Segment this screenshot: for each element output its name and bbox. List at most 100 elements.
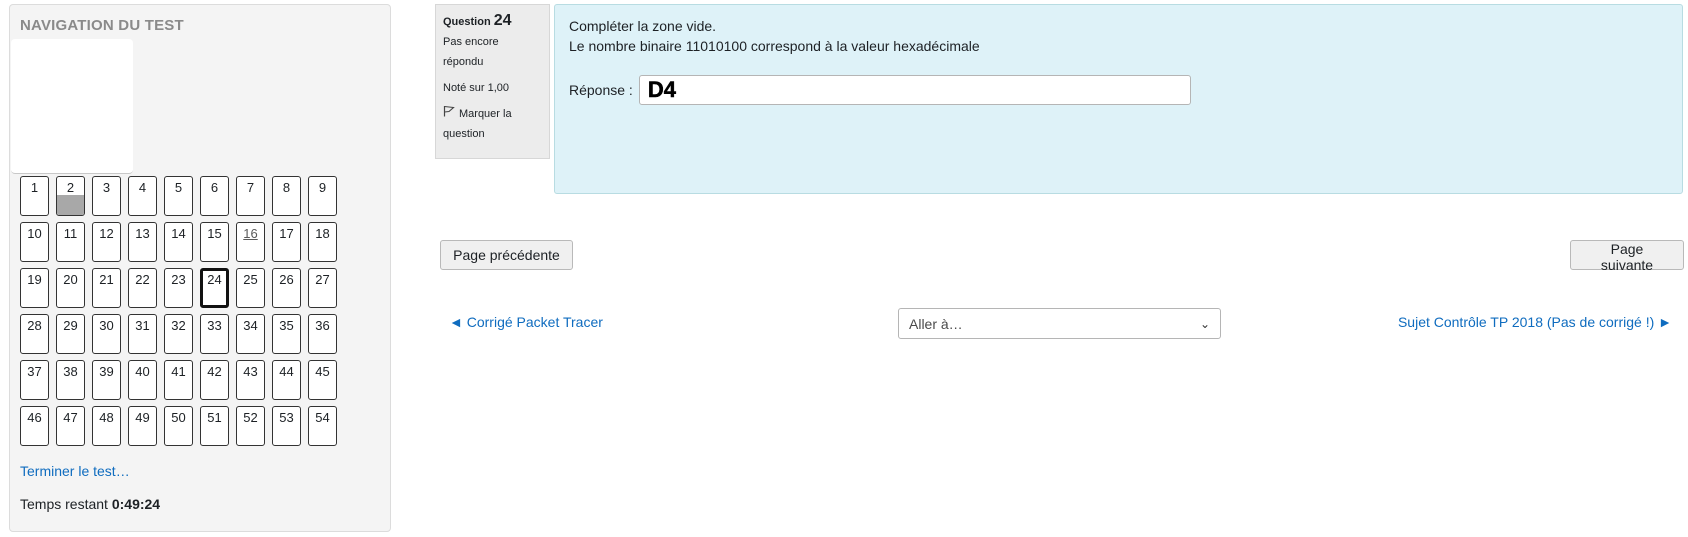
question-nav-number: 23	[171, 272, 186, 287]
question-nav-button[interactable]: 37	[20, 360, 49, 400]
question-nav-button[interactable]: 40	[128, 360, 157, 400]
question-nav-button[interactable]: 26	[272, 268, 301, 308]
question-nav-number: 9	[318, 180, 327, 195]
question-nav-button[interactable]: 14	[164, 222, 193, 262]
question-nav-button[interactable]: 43	[236, 360, 265, 400]
question-nav-number: 19	[27, 272, 42, 287]
question-nav-button[interactable]: 25	[236, 268, 265, 308]
question-nav-number: 29	[63, 318, 78, 333]
question-nav-button[interactable]: 49	[128, 406, 157, 446]
question-nav-button[interactable]: 24	[200, 268, 229, 308]
question-content: Compléter la zone vide. Le nombre binair…	[554, 4, 1683, 194]
question-nav-button[interactable]: 36	[308, 314, 337, 354]
question-label: Question	[443, 16, 491, 28]
question-nav-number: 8	[282, 180, 291, 195]
answer-row: Réponse :	[569, 75, 1191, 105]
question-info: Question 24 Pas encore répondu Noté sur …	[435, 4, 550, 159]
question-nav-number: 1	[30, 180, 39, 195]
question-nav-button[interactable]: 35	[272, 314, 301, 354]
question-nav-button[interactable]: 3	[92, 176, 121, 216]
question-nav-number: 12	[99, 226, 114, 241]
question-nav-number: 6	[210, 180, 219, 195]
question-number: 24	[493, 12, 512, 29]
question-nav-button[interactable]: 2	[56, 176, 85, 216]
answer-input[interactable]	[638, 75, 1191, 105]
question-nav-number: 52	[243, 410, 258, 425]
question-nav-button[interactable]: 52	[236, 406, 265, 446]
question-nav-button[interactable]: 4	[128, 176, 157, 216]
question-nav-button[interactable]: 28	[20, 314, 49, 354]
question-nav-number: 10	[27, 226, 42, 241]
question-nav-button[interactable]: 39	[92, 360, 121, 400]
question-nav-button[interactable]: 8	[272, 176, 301, 216]
question-nav-button[interactable]: 13	[128, 222, 157, 262]
question-nav-button[interactable]: 7	[236, 176, 265, 216]
question-nav-button[interactable]: 1	[20, 176, 49, 216]
question-nav-number: 30	[99, 318, 114, 333]
question-nav-number: 4	[138, 180, 147, 195]
question-nav-button[interactable]: 17	[272, 222, 301, 262]
question-nav-button[interactable]: 30	[92, 314, 121, 354]
question-nav-button[interactable]: 47	[56, 406, 85, 446]
question-nav-button[interactable]: 15	[200, 222, 229, 262]
question-nav-button[interactable]: 32	[164, 314, 193, 354]
question-nav-button[interactable]: 23	[164, 268, 193, 308]
question-nav-button[interactable]: 5	[164, 176, 193, 216]
question-nav-button[interactable]: 53	[272, 406, 301, 446]
question-nav-number: 51	[207, 410, 222, 425]
question-nav-number: 17	[279, 226, 294, 241]
question-nav-number: 11	[63, 226, 78, 241]
question-nav-number: 39	[99, 364, 114, 379]
timer-label: Temps restant	[20, 496, 108, 512]
question-nav-number: 18	[315, 226, 330, 241]
question-nav-button[interactable]: 22	[128, 268, 157, 308]
question-nav-button[interactable]: 20	[56, 268, 85, 308]
question-nav-button[interactable]: 19	[20, 268, 49, 308]
question-nav-button[interactable]: 18	[308, 222, 337, 262]
question-nav-number: 45	[315, 364, 330, 379]
question-text: Le nombre binaire 11010100 correspond à …	[569, 38, 980, 54]
question-nav-button[interactable]: 42	[200, 360, 229, 400]
question-nav-button[interactable]: 51	[200, 406, 229, 446]
question-nav-button[interactable]: 48	[92, 406, 121, 446]
question-nav-button[interactable]: 33	[200, 314, 229, 354]
quiz-navigation-block: NAVIGATION DU TEST 1 2 3 4 5 6 7 8 9 10 11 12 13 14 15…	[9, 4, 391, 532]
question-nav-number: 50	[171, 410, 186, 425]
question-grade: Noté sur 1,00	[443, 82, 510, 94]
question-nav-button[interactable]: 46	[20, 406, 49, 446]
question-nav-button[interactable]: 50	[164, 406, 193, 446]
previous-page-button[interactable]: Page précédente	[440, 240, 573, 270]
question-nav-button[interactable]: 38	[56, 360, 85, 400]
finish-attempt-link[interactable]: Terminer le test…	[20, 463, 130, 479]
next-activity-link[interactable]: Sujet Contrôle TP 2018 (Pas de corrigé !…	[1398, 314, 1672, 330]
question-nav-button[interactable]: 54	[308, 406, 337, 446]
question-nav-button[interactable]: 21	[92, 268, 121, 308]
question-nav-button[interactable]: 27	[308, 268, 337, 308]
previous-activity-link[interactable]: ◄ Corrigé Packet Tracer	[449, 314, 603, 330]
question-nav-button[interactable]: 10	[20, 222, 49, 262]
question-nav-button[interactable]: 29	[56, 314, 85, 354]
jump-to-activity-select[interactable]: Aller à… ⌄	[898, 308, 1221, 339]
question-nav-button[interactable]: 9	[308, 176, 337, 216]
question-nav-button[interactable]: 12	[92, 222, 121, 262]
question-instruction: Compléter la zone vide.	[569, 18, 717, 34]
chevron-down-icon: ⌄	[1199, 316, 1210, 331]
time-remaining: Temps restant 0:49:24	[20, 496, 160, 512]
question-nav-button[interactable]: 41	[164, 360, 193, 400]
question-nav-number: 34	[243, 318, 258, 333]
question-nav-button[interactable]: 11	[56, 222, 85, 262]
question-nav-button[interactable]: 34	[236, 314, 265, 354]
question-nav-number: 47	[63, 410, 78, 425]
jump-to-placeholder: Aller à…	[909, 315, 963, 332]
question-nav-number: 27	[315, 272, 330, 287]
question-nav-number: 3	[102, 180, 111, 195]
question-nav-button[interactable]: 6	[200, 176, 229, 216]
timer-value: 0:49:24	[111, 496, 161, 512]
question-nav-button[interactable]: 45	[308, 360, 337, 400]
question-nav-number: 21	[99, 272, 114, 287]
flag-question-link[interactable]: Marquer la question	[443, 104, 542, 144]
question-nav-button[interactable]: 16	[236, 222, 265, 262]
question-nav-button[interactable]: 44	[272, 360, 301, 400]
question-nav-button[interactable]: 31	[128, 314, 157, 354]
next-page-button[interactable]: Page suivante	[1570, 240, 1684, 273]
